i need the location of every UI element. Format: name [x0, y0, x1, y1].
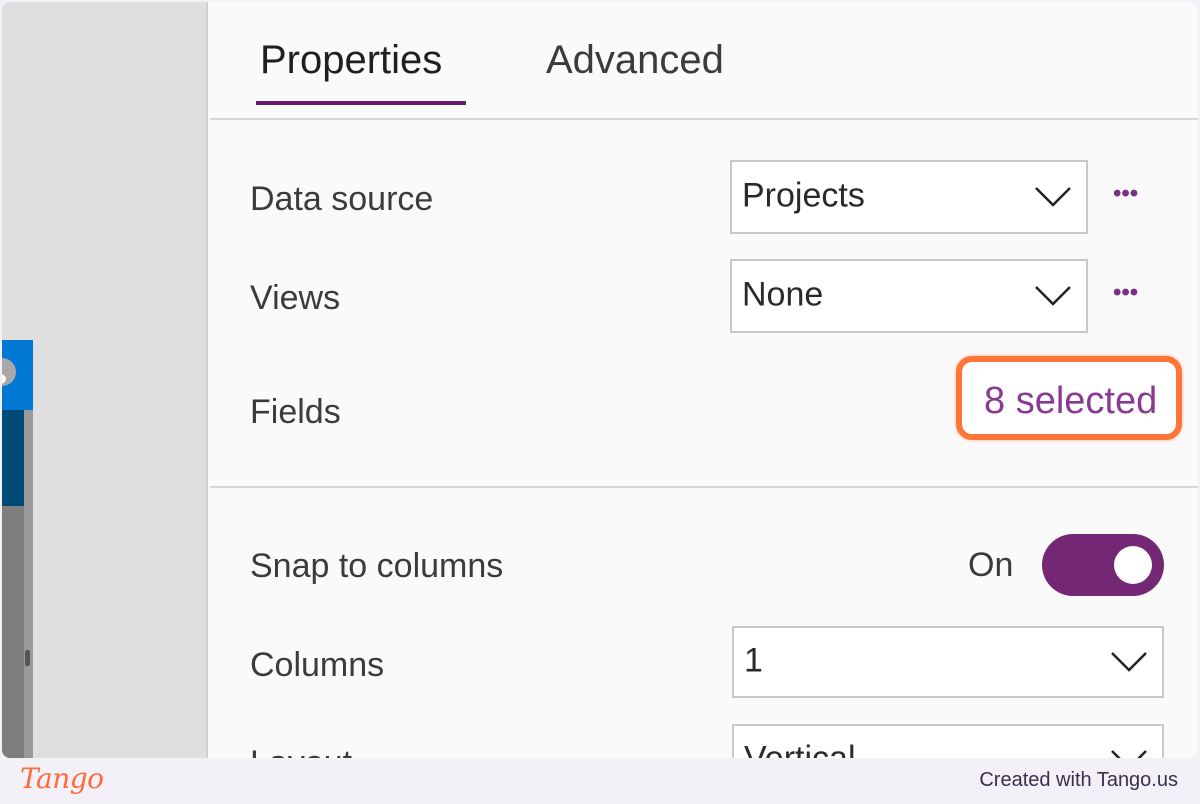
views-value: None [742, 275, 824, 314]
views-dropdown[interactable]: None [730, 259, 1088, 333]
tango-credit: Created with Tango.us [979, 769, 1178, 791]
layout-label: Layout [250, 744, 352, 758]
views-more-button[interactable]: ••• [1113, 279, 1138, 307]
screenshot-frame: Properties Advanced Data source Projects… [2, 2, 1198, 758]
tab-properties[interactable]: Properties [260, 38, 442, 83]
chevron-down-icon [1035, 286, 1071, 306]
app-canvas [2, 2, 208, 758]
snap-to-columns-label: Snap to columns [250, 547, 504, 585]
chevron-down-icon [1035, 187, 1071, 207]
snap-to-columns-state: On [968, 546, 1014, 584]
fields-selected-text: 8 selected [984, 380, 1158, 422]
toggle-knob [1114, 546, 1152, 584]
panel-tabs: Properties Advanced [210, 2, 1198, 120]
canvas-scrollbar-thumb[interactable] [25, 650, 30, 666]
canvas-scrollbar[interactable] [24, 410, 33, 758]
canvas-selected-region [2, 410, 24, 506]
chevron-down-icon [1111, 750, 1147, 758]
fields-selected-link[interactable]: 8 selected [956, 356, 1182, 440]
section-divider [210, 486, 1198, 488]
active-tab-indicator [256, 101, 466, 105]
tab-advanced[interactable]: Advanced [546, 38, 724, 83]
tango-logo: Tango [20, 762, 104, 795]
layout-dropdown[interactable]: Vertical [732, 724, 1164, 758]
chevron-down-icon [1111, 652, 1147, 672]
snap-to-columns-toggle[interactable] [1042, 534, 1164, 596]
data-source-label: Data source [250, 180, 434, 218]
fields-label: Fields [250, 393, 341, 431]
columns-dropdown[interactable]: 1 [732, 626, 1164, 698]
columns-value: 1 [744, 641, 763, 680]
tango-footer: Tango Created with Tango.us [0, 758, 1200, 804]
properties-panel: Properties Advanced Data source Projects… [210, 2, 1198, 758]
data-source-more-button[interactable]: ••• [1113, 180, 1138, 208]
data-source-value: Projects [742, 176, 865, 215]
data-source-dropdown[interactable]: Projects [730, 160, 1088, 234]
columns-label: Columns [250, 646, 385, 684]
layout-value: Vertical [744, 740, 856, 758]
views-label: Views [250, 279, 341, 317]
